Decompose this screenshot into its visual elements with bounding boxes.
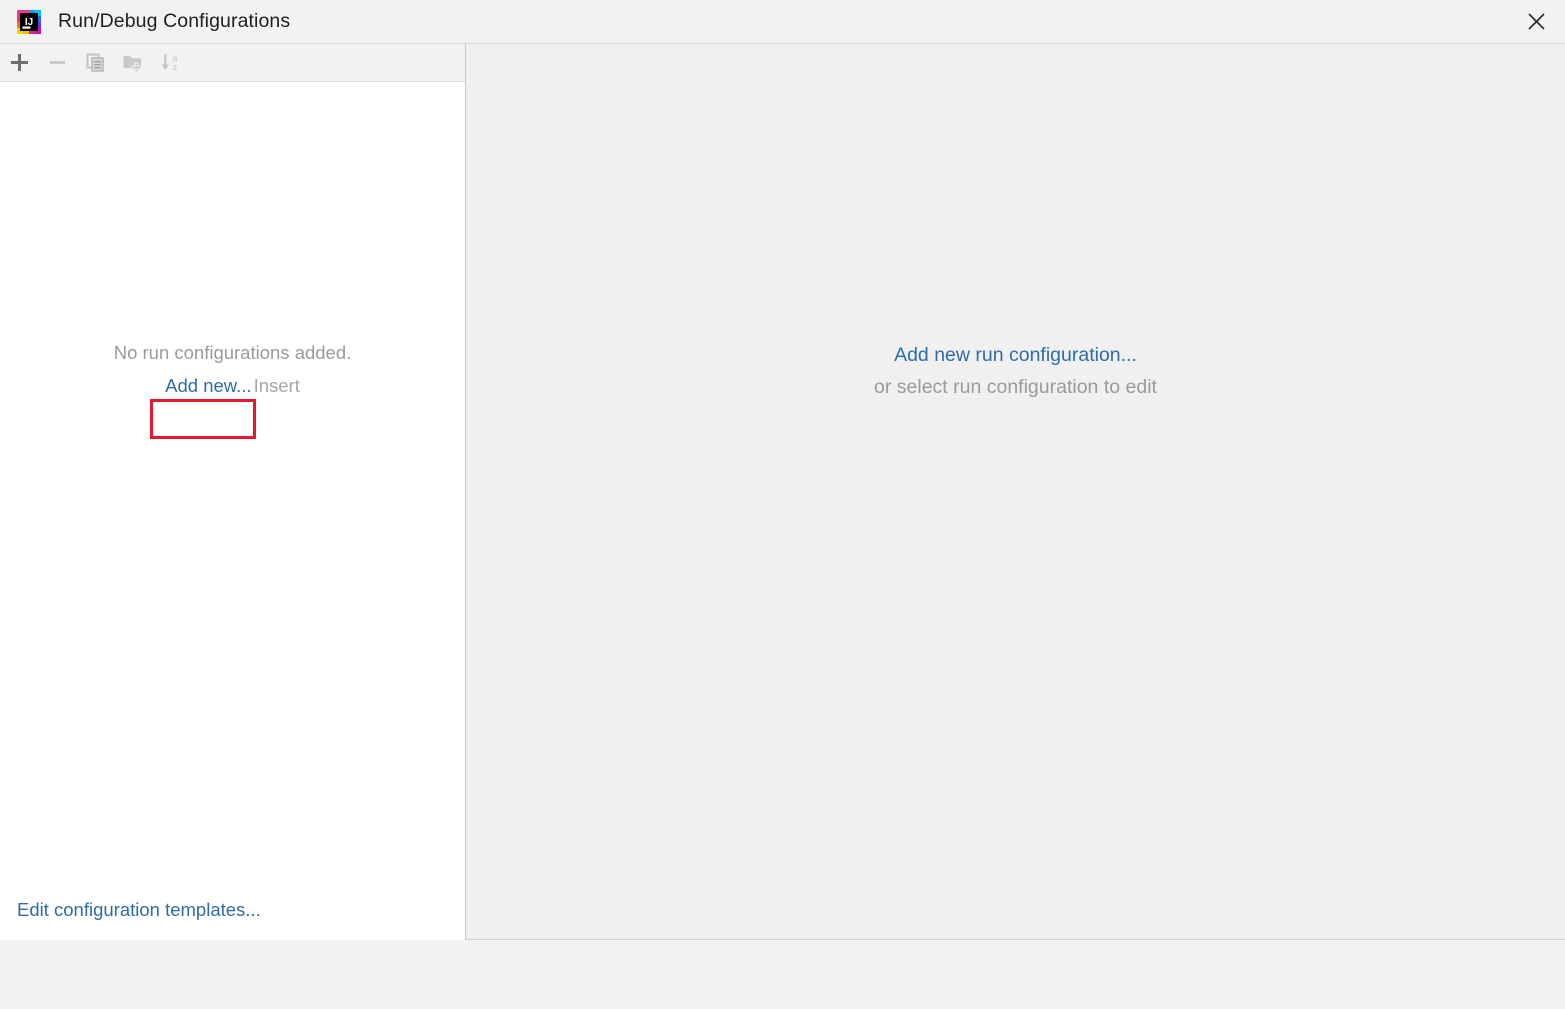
editor-empty-state: Add new run configuration... or select r… [466, 340, 1565, 402]
add-new-run-configuration-link[interactable]: Add new run configuration... [466, 340, 1565, 370]
copy-icon [85, 52, 106, 73]
plus-icon [9, 52, 30, 73]
svg-text:IJ: IJ [25, 17, 33, 28]
folder-plus-icon [122, 52, 144, 73]
sort-az-icon: a z [160, 52, 182, 73]
add-configuration-button[interactable] [0, 44, 38, 81]
add-new-link[interactable]: Add new... [165, 375, 251, 396]
configurations-toolbar: a z [0, 44, 465, 82]
copy-configuration-button[interactable] [76, 44, 114, 81]
sort-configurations-button[interactable]: a z [152, 44, 190, 81]
add-new-row: Add new... Insert [0, 372, 465, 400]
configuration-editor-panel: Add new run configuration... or select r… [466, 44, 1565, 940]
dialog-titlebar: IJ Run/Debug Configurations [0, 0, 1565, 44]
dialog-footer: ? OK Cancel Apply [0, 941, 1565, 1009]
editor-hint-label: or select run configuration to edit [874, 376, 1157, 398]
add-new-shortcut-label: Insert [253, 375, 300, 396]
svg-text:z: z [173, 62, 177, 72]
edit-configuration-templates-link[interactable]: Edit configuration templates... [17, 899, 261, 921]
close-icon[interactable] [1507, 0, 1565, 43]
dialog-title: Run/Debug Configurations [58, 10, 291, 32]
add-new-link-highlight [150, 399, 256, 439]
intellij-idea-icon: IJ [16, 9, 42, 35]
configurations-list-panel: a z No run configurations added. Add new… [0, 44, 466, 940]
no-configurations-label: No run configurations added. [113, 342, 352, 363]
new-folder-button[interactable] [114, 44, 152, 81]
minus-icon [47, 52, 68, 73]
remove-configuration-button[interactable] [38, 44, 76, 81]
run-debug-configurations-dialog: IJ Run/Debug Configurations a z No run c… [0, 0, 1565, 1009]
empty-configurations-message: No run configurations added. Add new... I… [0, 340, 465, 400]
